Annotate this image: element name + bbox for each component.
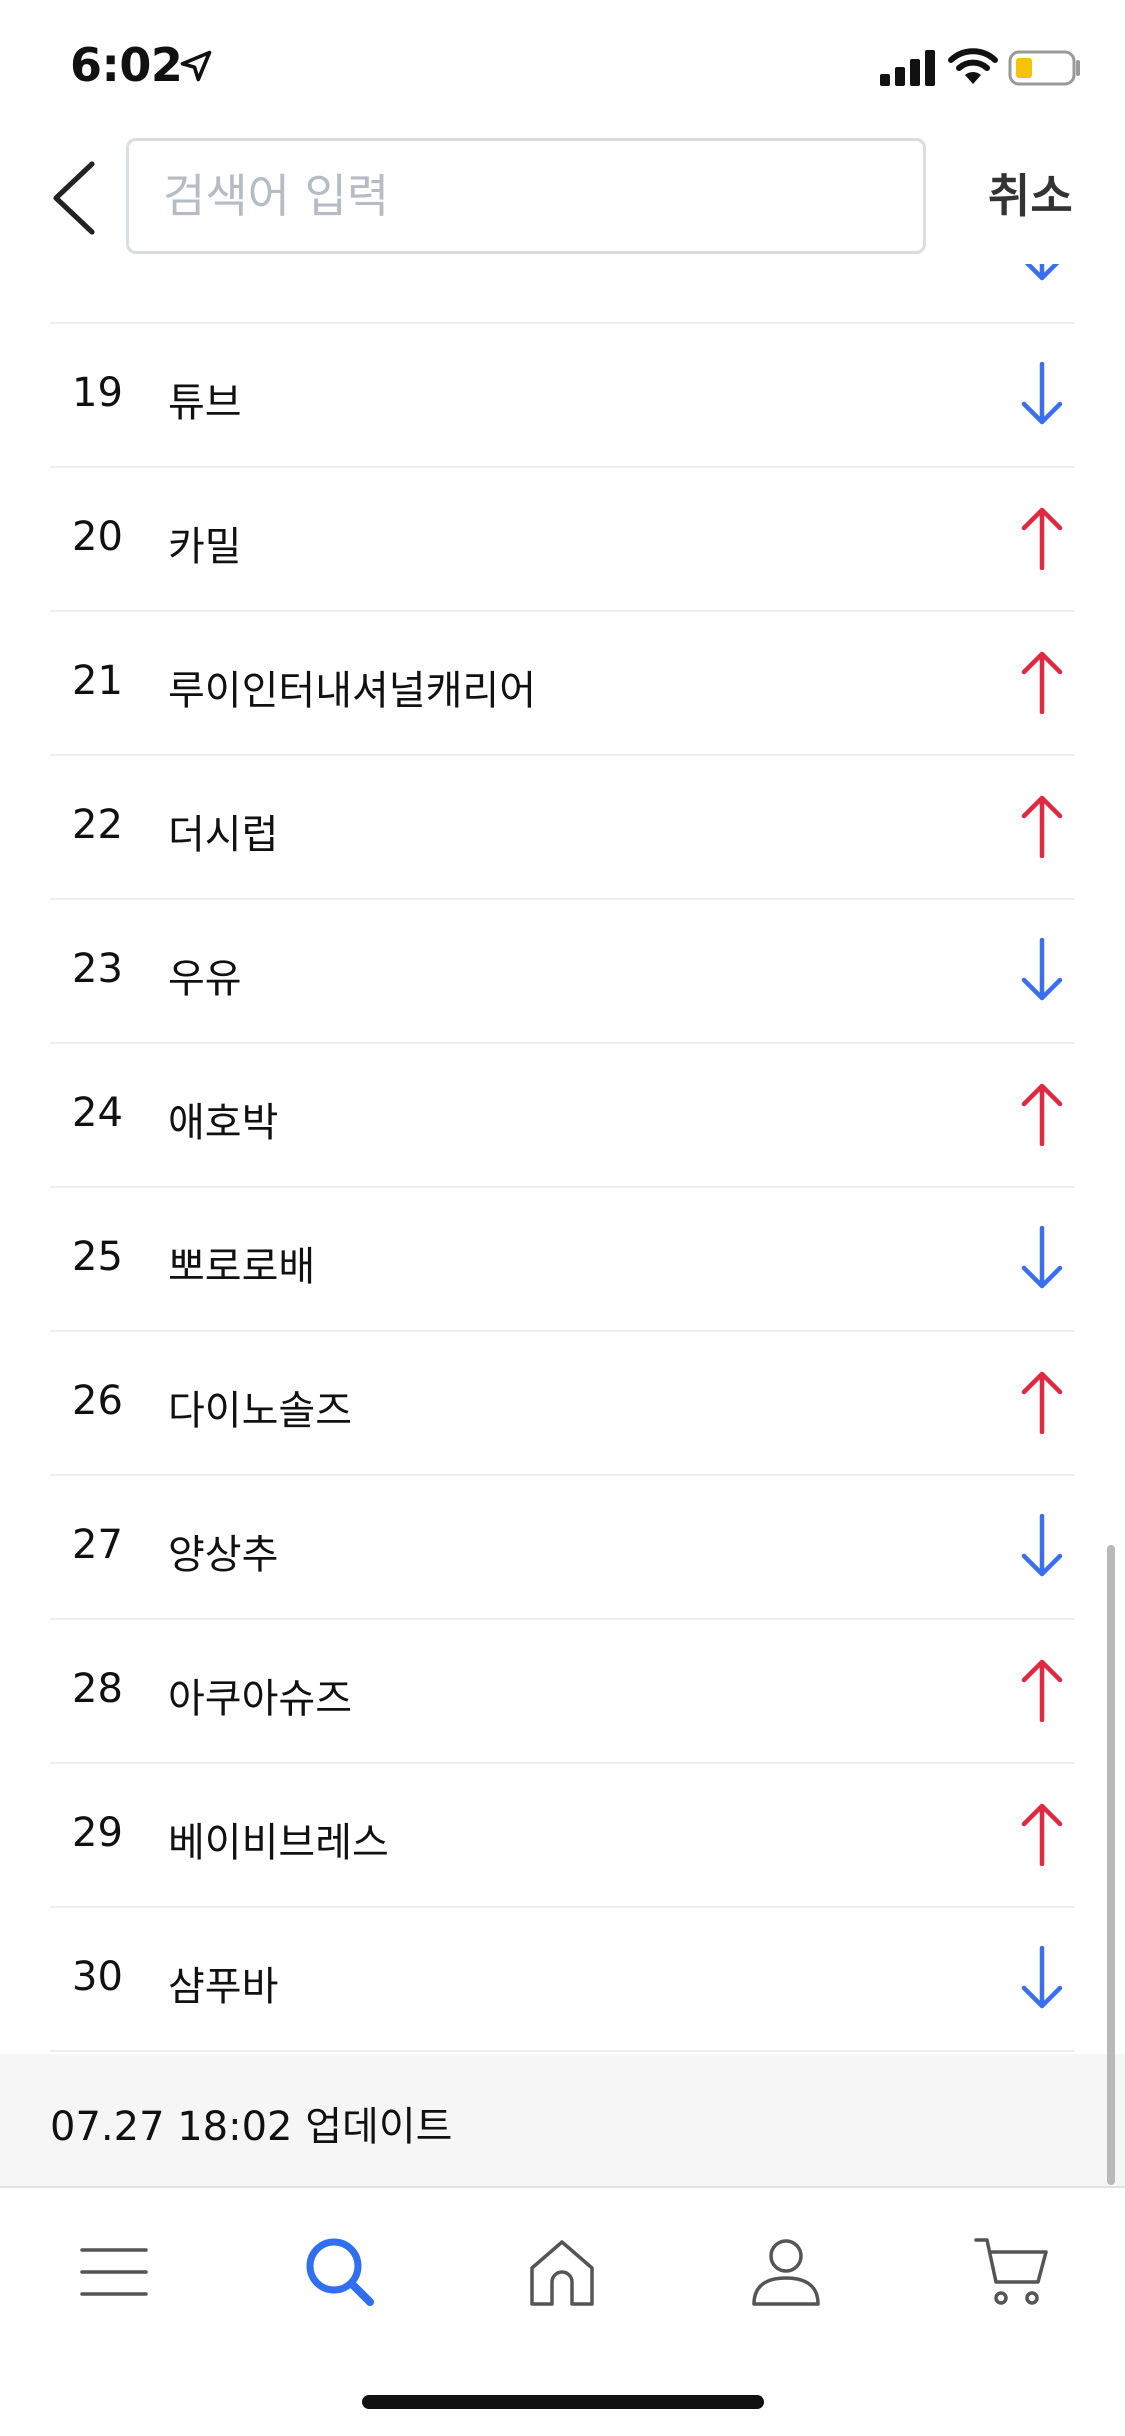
rank-number: 29 [72, 1810, 123, 1856]
rank-number: 19 [72, 370, 123, 416]
rank-number: 25 [72, 1234, 123, 1280]
cart-icon[interactable] [974, 2234, 1050, 2310]
ranking-row[interactable]: 25 뽀로로배 [50, 1188, 1075, 1332]
search-term: 애호박 [168, 1100, 279, 1146]
arrow-up-icon [1021, 795, 1063, 858]
rank-number: 23 [72, 946, 123, 992]
location-arrow-icon [180, 50, 212, 82]
arrow-up-icon [1021, 1659, 1063, 1722]
search-term: 베이비브레스 [168, 1820, 389, 1866]
ranking-row[interactable]: 27 양상추 [50, 1476, 1075, 1620]
ranking-row[interactable]: 22 더시럽 [50, 756, 1075, 900]
arrow-down-icon [1021, 1226, 1063, 1289]
ranking-row[interactable]: 19 튜브 [50, 324, 1075, 468]
back-button[interactable] [44, 160, 104, 236]
search-term: 양상추 [168, 1532, 279, 1578]
search-input[interactable] [126, 138, 926, 254]
cellular-signal-icon [880, 50, 935, 86]
arrow-up-icon [1021, 1803, 1063, 1866]
status-bar: 6:02 [0, 0, 1125, 130]
search-term: 아쿠아슈즈 [168, 1676, 352, 1722]
ranking-row[interactable]: 21 루이인터내셔널캐리어 [50, 612, 1075, 756]
scrollbar[interactable] [1107, 1545, 1115, 2185]
rank-number: 30 [72, 1954, 123, 2000]
status-time: 6:02 [70, 38, 183, 92]
rank-number: 28 [72, 1666, 123, 1712]
search-term: 더시럽 [168, 812, 279, 858]
ranking-row[interactable]: 24 애호박 [50, 1044, 1075, 1188]
arrow-up-icon [1021, 1371, 1063, 1434]
rank-number: 22 [72, 802, 123, 848]
home-indicator [362, 2395, 764, 2409]
ranking-row[interactable]: 26 다이노솔즈 [50, 1332, 1075, 1476]
search-term: 다이노솔즈 [168, 1388, 352, 1434]
update-timestamp: 07.27 18:02 업데이트 [50, 2104, 453, 2150]
search-icon[interactable] [302, 2234, 378, 2310]
battery-icon [1008, 50, 1080, 86]
ranking-row[interactable]: 23 우유 [50, 900, 1075, 1044]
popular-search-list: 1819튜브20카밀21루이인터내셔널캐리어22더시럽23우유24애호박25뽀로… [50, 180, 1075, 2052]
arrow-down-icon [1021, 362, 1063, 425]
rank-number: 27 [72, 1522, 123, 1568]
rank-number: 26 [72, 1378, 123, 1424]
rank-number: 24 [72, 1090, 123, 1136]
search-term: 카밀 [168, 524, 242, 570]
arrow-down-icon [1021, 938, 1063, 1001]
home-icon[interactable] [524, 2234, 600, 2310]
person-icon[interactable] [748, 2234, 824, 2310]
arrow-up-icon [1021, 1083, 1063, 1146]
arrow-up-icon [1021, 651, 1063, 714]
rank-number: 20 [72, 514, 123, 560]
search-term: 튜브 [168, 380, 242, 426]
ranking-row[interactable]: 20 카밀 [50, 468, 1075, 612]
arrow-down-icon [1021, 1514, 1063, 1577]
arrow-down-icon [1021, 1946, 1063, 2009]
wifi-icon [948, 48, 998, 84]
menu-icon[interactable] [76, 2234, 152, 2310]
cancel-button[interactable]: 취소 [988, 160, 1073, 226]
ranking-row[interactable]: 28 아쿠아슈즈 [50, 1620, 1075, 1764]
rank-number: 21 [72, 658, 123, 704]
search-term: 샴푸바 [168, 1964, 279, 2010]
update-info-bar: 07.27 18:02 업데이트 [0, 2054, 1125, 2186]
ranking-row[interactable]: 29 베이비브레스 [50, 1764, 1075, 1908]
ranking-row[interactable]: 30 샴푸바 [50, 1908, 1075, 2052]
search-term: 루이인터내셔널캐리어 [168, 668, 536, 714]
search-header: 취소 [0, 130, 1125, 264]
arrow-up-icon [1021, 507, 1063, 570]
search-term: 뽀로로배 [168, 1244, 316, 1290]
search-term: 우유 [168, 956, 242, 1002]
